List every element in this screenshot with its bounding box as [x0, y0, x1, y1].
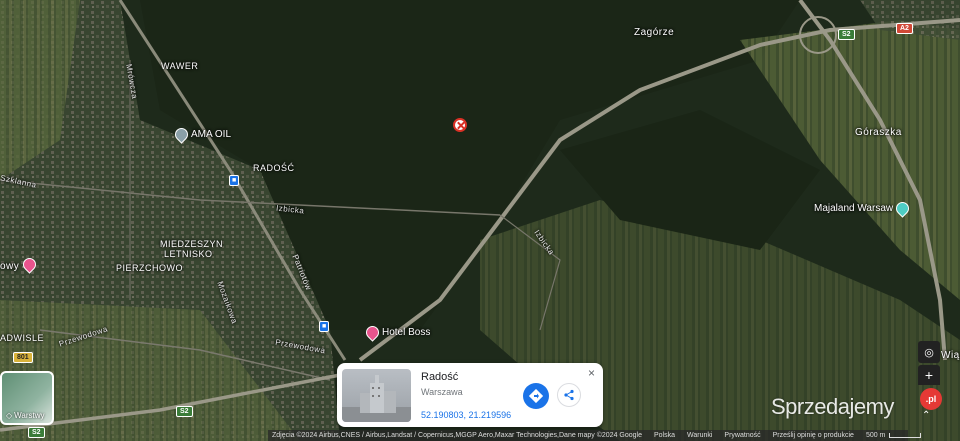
place-label-zagorze: Zagórze	[634, 27, 675, 38]
share-button[interactable]	[557, 383, 581, 407]
place-subtitle: Warszawa	[421, 387, 463, 397]
place-label-radosc: RADOŚĆ	[253, 163, 295, 173]
layers-label: Warstwy	[14, 411, 45, 420]
directions-button[interactable]	[523, 383, 549, 409]
privacy-link[interactable]: Prywatność	[724, 432, 760, 439]
zoom-in-button[interactable]: +	[918, 365, 940, 385]
road-shield-s2: S2	[838, 29, 855, 40]
poi-ama-oil[interactable]: AMA OIL	[172, 125, 232, 144]
scale-bar[interactable]: 500 m	[865, 432, 922, 439]
close-card-button[interactable]: ×	[588, 367, 595, 379]
road-shield-s2: S2	[28, 427, 45, 438]
watermark-badge: .pl	[920, 388, 942, 410]
place-label-radwisle: ADWISLE	[0, 333, 45, 343]
attraction-pin-icon	[893, 199, 912, 218]
attribution-bar: Zdjęcia ©2024 Airbus,CNES / Airbus,Lands…	[268, 430, 922, 441]
road-shield-801: 801	[13, 352, 33, 363]
layers-icon: ◇	[6, 411, 13, 420]
poi-label: Hotel Boss	[382, 327, 431, 338]
bus-stop-icon[interactable]: ■	[319, 321, 330, 332]
road-shield-s2: S2	[176, 406, 193, 417]
bus-stop-icon[interactable]: ■	[229, 175, 240, 186]
poi-pin-left[interactable]	[20, 255, 39, 274]
scale-line	[889, 433, 922, 438]
place-photo-thumbnail[interactable]	[342, 369, 411, 422]
poi-hotel-boss[interactable]: Hotel Boss	[363, 323, 431, 342]
place-label-goraszka: Góraszka	[855, 127, 902, 138]
share-icon	[564, 389, 574, 401]
hotel-pin-icon	[20, 255, 39, 274]
selected-location-marker[interactable]	[453, 118, 467, 132]
watermark-logo: Sprzedajemy	[771, 394, 894, 419]
fuel-pin-icon	[172, 125, 191, 144]
place-label-wawer: WAWER	[161, 61, 199, 71]
poi-label: AMA OIL	[191, 129, 232, 140]
country-link[interactable]: Polska	[654, 432, 675, 439]
my-location-button[interactable]: ◎	[918, 341, 940, 363]
feedback-link[interactable]: Prześlij opinię o produkcie	[773, 432, 854, 439]
imagery-attribution: Zdjęcia ©2024 Airbus,CNES / Airbus,Lands…	[272, 432, 642, 439]
place-title: Radość	[421, 371, 459, 383]
place-label-pierzchowo: PIERZCHOWO	[116, 263, 183, 273]
directions-icon	[529, 389, 543, 403]
hotel-pin-icon	[363, 323, 382, 342]
place-coordinates[interactable]: 52.190803, 21.219596	[421, 410, 511, 420]
terms-link[interactable]: Warunki	[687, 432, 712, 439]
place-label-wiaz: Wiąz	[941, 350, 960, 361]
place-label-letnisko: LETNISKO	[164, 249, 213, 259]
chevron-up-icon[interactable]: ⌃	[922, 410, 930, 421]
layers-button[interactable]: ◇ Warstwy	[0, 371, 54, 425]
place-label-owy: owy	[0, 261, 20, 272]
scale-label: 500 m	[865, 432, 886, 439]
place-label-miedzeszyn: MIEDZESZYN	[160, 239, 224, 249]
poi-majaland[interactable]: Majaland Warsaw	[814, 199, 912, 218]
layers-label-row: ◇ Warstwy	[6, 411, 45, 420]
road-shield-a2: A2	[896, 23, 913, 34]
poi-label: Majaland Warsaw	[814, 203, 894, 214]
place-card: Radość Warszawa 52.190803, 21.219596 ×	[337, 363, 603, 427]
my-location-icon: ◎	[924, 346, 934, 359]
map-view[interactable]: Zagórze WAWER RADOŚĆ Góraszka MIEDZESZYN…	[0, 0, 960, 441]
